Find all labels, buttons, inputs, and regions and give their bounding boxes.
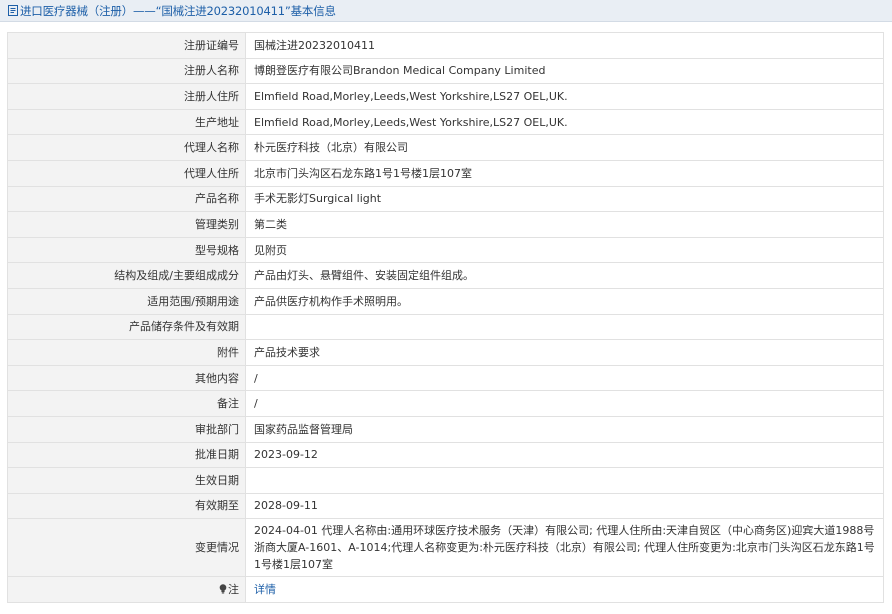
field-label: 适用范围/预期用途: [7, 287, 246, 315]
table-row: 代理人名称 朴元医疗科技（北京）有限公司: [7, 134, 884, 161]
table-row: 注册人名称 博朗登医疗有限公司Brandon Medical Company Li…: [7, 57, 884, 85]
field-label: 变更情况: [7, 518, 246, 578]
field-value: 第二类: [245, 211, 884, 238]
field-value: 产品技术要求: [245, 339, 884, 366]
field-label: 注册证编号: [7, 32, 246, 59]
table-row: 生效日期: [7, 467, 884, 494]
note-value-cell: 详情: [245, 576, 884, 603]
field-label: 管理类别: [7, 211, 246, 238]
field-label: 结构及组成/主要组成成分: [7, 262, 246, 289]
document-icon: [8, 5, 18, 16]
field-value: 北京市门头沟区石龙东路1号1号楼1层107室: [245, 159, 884, 187]
field-value: 国械注进20232010411: [245, 32, 884, 59]
field-label: 有效期至: [7, 492, 246, 520]
table-row: 适用范围/预期用途 产品供医疗机构作手术照明用。: [7, 287, 884, 315]
lightbulb-icon: [219, 582, 227, 599]
field-label: 其他内容: [7, 364, 246, 392]
field-value: 见附页: [245, 236, 884, 264]
field-value: [245, 467, 884, 494]
field-label: 产品储存条件及有效期: [7, 313, 246, 341]
table-row: 注册证编号 国械注进20232010411: [7, 32, 884, 59]
field-label: 审批部门: [7, 415, 246, 443]
table-row: 结构及组成/主要组成成分 产品由灯头、悬臂组件、安装固定组件组成。: [7, 262, 884, 289]
field-value: [245, 313, 884, 341]
field-value: 朴元医疗科技（北京）有限公司: [245, 134, 884, 161]
field-label: 注册人名称: [7, 57, 246, 85]
page-header: 进口医疗器械（注册）——“国械注进20232010411”基本信息: [0, 0, 892, 22]
table-row: 其他内容 /: [7, 364, 884, 392]
field-value: 2023-09-12: [245, 441, 884, 469]
field-value: Elmfield Road,Morley,Leeds,West Yorkshir…: [245, 83, 884, 110]
details-link[interactable]: 详情: [254, 583, 276, 596]
table-row: 注册人住所 Elmfield Road,Morley,Leeds,West Yor…: [7, 83, 884, 110]
field-label: 产品名称: [7, 185, 246, 213]
table-row: 有效期至 2028-09-11: [7, 492, 884, 520]
info-table: 注册证编号 国械注进20232010411 注册人名称 博朗登医疗有限公司Brando…: [7, 32, 884, 603]
field-value: 2028-09-11: [245, 492, 884, 520]
table-row: 附件 产品技术要求: [7, 339, 884, 366]
field-label: 代理人名称: [7, 134, 246, 161]
table-row: 变更情况 2024-04-01 代理人名称由:通用环球医疗技术服务（天津）有限公司…: [7, 518, 884, 578]
table-row: 代理人住所 北京市门头沟区石龙东路1号1号楼1层107室: [7, 159, 884, 187]
field-label: 型号规格: [7, 236, 246, 264]
field-label: 附件: [7, 339, 246, 366]
note-label-cell: 注: [7, 576, 246, 603]
table-row: 批准日期 2023-09-12: [7, 441, 884, 469]
table-row: 管理类别 第二类: [7, 211, 884, 238]
field-value: 产品供医疗机构作手术照明用。: [245, 287, 884, 315]
table-row: 产品储存条件及有效期: [7, 313, 884, 341]
note-label: 注: [228, 582, 239, 596]
field-value: 2024-04-01 代理人名称由:通用环球医疗技术服务（天津）有限公司; 代理…: [245, 518, 884, 578]
field-value: Elmfield Road,Morley,Leeds,West Yorkshir…: [245, 108, 884, 136]
table-row: 审批部门 国家药品监督管理局: [7, 415, 884, 443]
field-value: 博朗登医疗有限公司Brandon Medical Company Limited: [245, 57, 884, 85]
field-label: 注册人住所: [7, 83, 246, 110]
table-row: 型号规格 见附页: [7, 236, 884, 264]
field-label: 生效日期: [7, 467, 246, 494]
field-value: 产品由灯头、悬臂组件、安装固定组件组成。: [245, 262, 884, 289]
field-value: /: [245, 390, 884, 417]
field-label: 生产地址: [7, 108, 246, 136]
field-label: 备注: [7, 390, 246, 417]
page-title: 进口医疗器械（注册）——“国械注进20232010411”基本信息: [20, 3, 336, 18]
table-row: 注 详情: [7, 576, 884, 603]
field-label: 批准日期: [7, 441, 246, 469]
table-row: 生产地址 Elmfield Road,Morley,Leeds,West York…: [7, 108, 884, 136]
table-row: 备注 /: [7, 390, 884, 417]
table-row: 产品名称 手术无影灯Surgical light: [7, 185, 884, 213]
field-label: 代理人住所: [7, 159, 246, 187]
field-value: 手术无影灯Surgical light: [245, 185, 884, 213]
field-value: /: [245, 364, 884, 392]
field-value: 国家药品监督管理局: [245, 415, 884, 443]
